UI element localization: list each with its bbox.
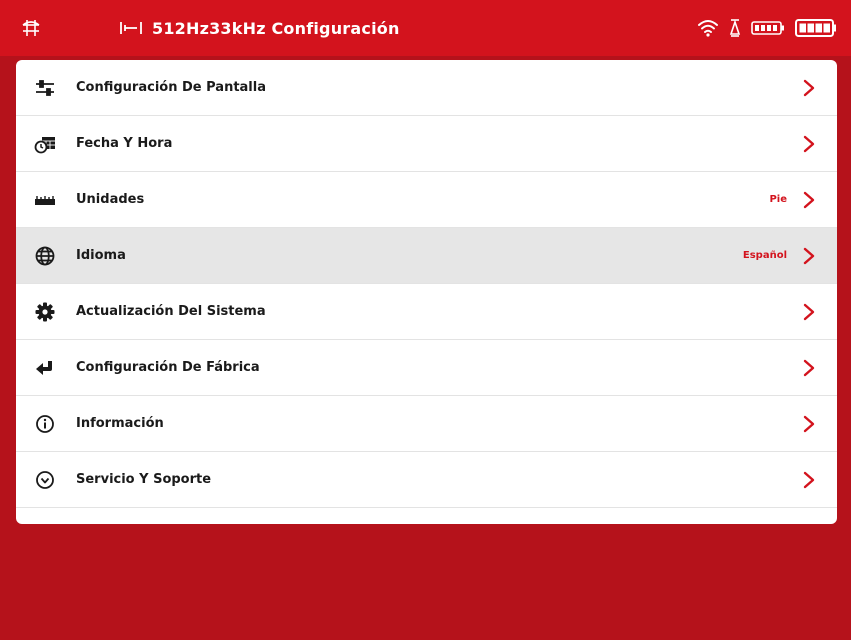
settings-panel: Configuración De Pantalla Fecha Y Hora U… [16, 60, 837, 524]
menu-item-label: Unidades [76, 192, 145, 207]
menu-item-label: Idioma [76, 248, 126, 263]
bluetooth-icon [729, 19, 741, 37]
chevron-right-icon [803, 135, 815, 153]
battery-icon [795, 19, 836, 37]
menu-item-idioma[interactable]: Idioma Español [16, 228, 837, 284]
menu-item-servicio-y-soporte[interactable]: Servicio Y Soporte [16, 452, 837, 508]
menu-item-label: Servicio Y Soporte [76, 472, 212, 487]
locator-icon [120, 22, 142, 34]
bottom-background [0, 524, 851, 640]
menu-item-label: Configuración De Fábrica [76, 360, 260, 375]
chevron-right-icon [803, 79, 815, 97]
globe-icon [35, 246, 55, 266]
page-title: 512Hz33kHz Configuración [152, 18, 400, 38]
calendar-clock-icon [34, 137, 55, 154]
menu-item-unidades[interactable]: Unidades Pie [16, 172, 837, 228]
chevron-right-icon [803, 303, 815, 321]
menu-item-fecha-y-hora[interactable]: Fecha Y Hora [16, 116, 837, 172]
chevron-right-icon [803, 191, 815, 209]
status-icons [687, 14, 837, 42]
menu-item-informacion[interactable]: Información [16, 396, 837, 452]
menu-item-label: Configuración De Pantalla [76, 80, 266, 95]
menu-item-label: Información [76, 416, 164, 431]
status-bar: 512Hz33kHz Configuración [0, 0, 851, 56]
info-icon [36, 415, 54, 433]
window-title-group: 512Hz33kHz Configuración [118, 15, 400, 41]
chevron-right-icon [803, 359, 815, 377]
reset-arrow-icon [36, 361, 52, 375]
grid-icon[interactable] [20, 17, 42, 39]
chevron-right-icon [803, 415, 815, 433]
menu-item-value: Pie [769, 194, 787, 205]
ruler-icon [35, 196, 55, 205]
chevron-right-icon [803, 471, 815, 489]
receiver-battery-icon [751, 21, 784, 35]
chevron-right-icon [803, 247, 815, 265]
menu-item-configuracion-de-pantalla[interactable]: Configuración De Pantalla [16, 60, 837, 116]
support-icon [36, 471, 54, 489]
menu-item-label: Actualización Del Sistema [76, 304, 266, 319]
menu-item-configuracion-de-fabrica[interactable]: Configuración De Fábrica [16, 340, 837, 396]
menu-item-value: Español [742, 250, 787, 261]
menu-item-actualizacion-del-sistema[interactable]: Actualización Del Sistema [16, 284, 837, 340]
wifi-icon [698, 20, 718, 37]
sliders-icon [36, 80, 54, 96]
menu-item-label: Fecha Y Hora [76, 136, 173, 151]
gear-icon [35, 302, 55, 322]
